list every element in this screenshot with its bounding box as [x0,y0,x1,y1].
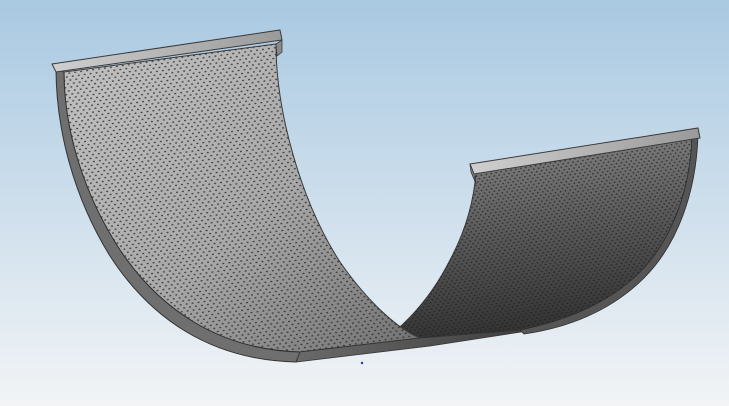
cad-3d-viewport[interactable] [0,0,729,406]
origin-point-icon [360,361,364,365]
model-canvas[interactable] [0,0,729,406]
